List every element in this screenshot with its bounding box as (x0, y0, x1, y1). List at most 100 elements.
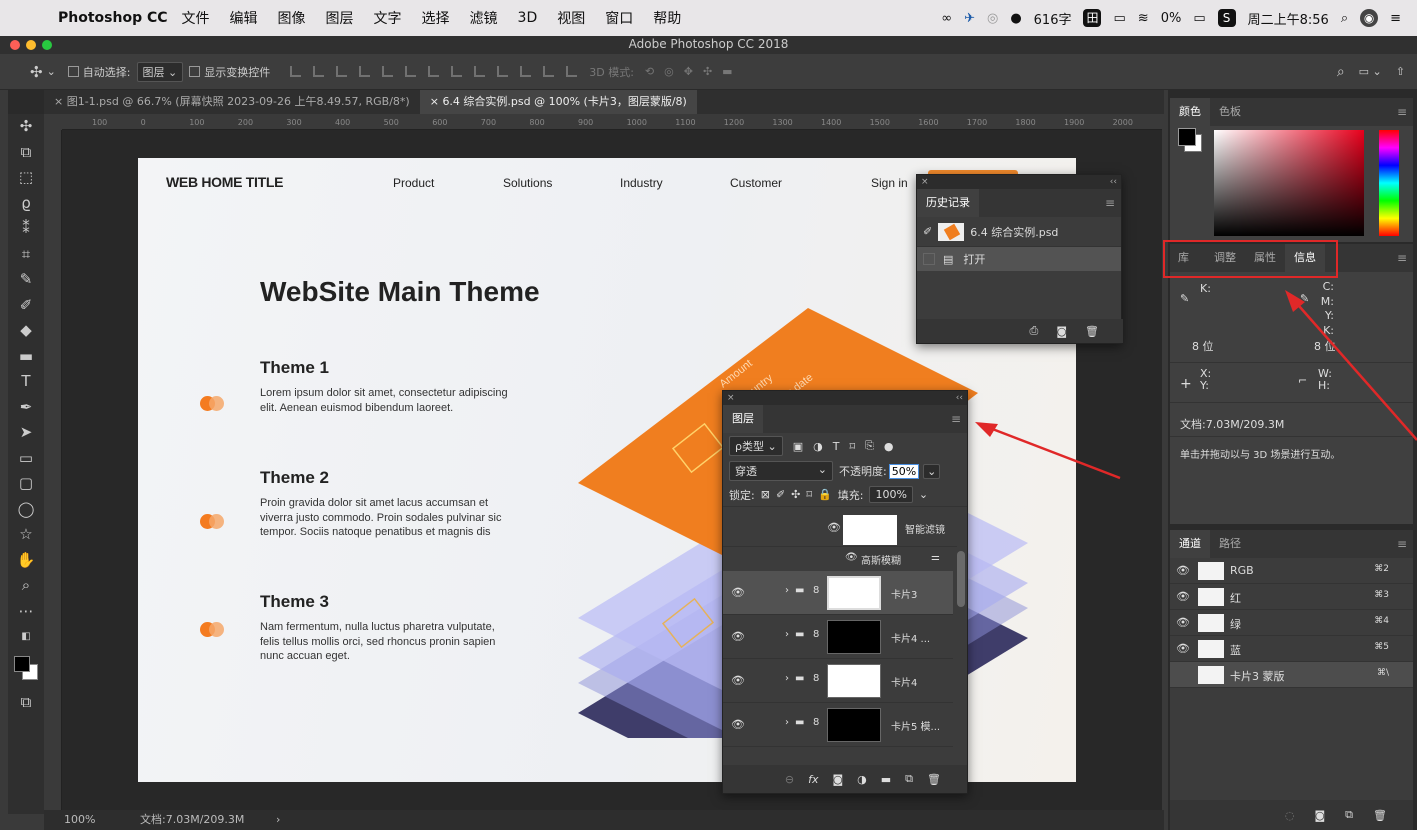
move-tool-icon[interactable]: ✣ (8, 114, 44, 140)
channels-menu-icon[interactable]: ≡ (1397, 537, 1407, 551)
tool-preset-dropdown[interactable]: ⌄ (47, 65, 56, 78)
delete-channel-icon[interactable]: 🗑 (1373, 809, 1387, 822)
layer-eye-icon[interactable]: 👁 (731, 674, 745, 687)
wechat-icon[interactable]: ● (1010, 11, 1021, 26)
hue-slider[interactable] (1379, 130, 1399, 236)
status-doc-size[interactable]: 文档:7.03M/209.3M (140, 810, 244, 830)
color-field[interactable] (1214, 130, 1364, 236)
path-select-tool-icon[interactable]: ➤ (8, 420, 44, 446)
magic-wand-tool-icon[interactable]: ⁑ (8, 216, 44, 242)
layers-list[interactable]: 👁 智能滤镜 👁 高斯模糊 ⚌ 👁 › ▬ 8 卡片3 👁 › ▬ 8 卡片4 … (723, 509, 957, 765)
menu-window[interactable]: 窗口 (605, 8, 633, 28)
align-bottom-icon[interactable] (336, 66, 348, 77)
eraser-tool-icon[interactable]: ◆ (8, 318, 44, 344)
foreground-color-swatch[interactable] (14, 655, 30, 672)
menu-select[interactable]: 选择 (422, 8, 450, 28)
layer-mask-thumb[interactable] (827, 620, 881, 654)
layer-mask-thumb[interactable] (827, 664, 881, 698)
color-menu-icon[interactable]: ≡ (1397, 105, 1407, 119)
gauss-blur-row[interactable]: 👁 高斯模糊 ⚌ (723, 547, 957, 571)
layer-eye-icon[interactable]: 👁 (731, 630, 745, 643)
brush-tool-icon[interactable]: ✐ (8, 293, 44, 319)
filter-options-icon[interactable]: ⚌ (931, 552, 940, 563)
distribute-bottom-icon[interactable] (474, 66, 486, 77)
app-menu[interactable]: Photoshop CC (58, 10, 168, 26)
tab-paths[interactable]: 路径 (1210, 530, 1250, 558)
blend-mode-dropdown[interactable]: 穿透 ⌄ (729, 461, 833, 481)
expand-arrow-icon[interactable]: › (785, 629, 789, 640)
layers-menu-icon[interactable]: ≡ (951, 412, 961, 426)
zoom-window-button[interactable] (42, 40, 52, 50)
layer-name[interactable]: 卡片5 模... (891, 718, 940, 733)
camera-3d-icon[interactable]: ▬ (722, 65, 732, 78)
ellipse-tool-icon[interactable]: ◯ (8, 497, 44, 523)
smart-filter-row[interactable]: 👁 智能滤镜 (723, 509, 957, 547)
app-s-icon[interactable]: S (1217, 9, 1236, 27)
layers-panel-close[interactable]: × ‹‹ (723, 391, 967, 405)
workspace-icon[interactable]: ▭ ⌄ (1359, 65, 1382, 78)
link-icon[interactable]: 8 (813, 585, 819, 596)
layer-name[interactable]: 卡片4 (891, 674, 917, 689)
auto-select-dropdown[interactable]: 图层 ⌄ (136, 61, 184, 82)
menu-file[interactable]: 文件 (182, 8, 210, 28)
tab-channels[interactable]: 通道 (1170, 530, 1210, 558)
align-vcenter-icon[interactable] (313, 66, 325, 77)
gauss-eye-icon[interactable]: 👁 (845, 552, 858, 563)
pan-3d-icon[interactable]: ✥ (684, 65, 693, 78)
doc-tab-1[interactable]: × 图1-1.psd @ 66.7% (屏幕快照 2023-09-26 上午8.… (44, 90, 420, 114)
expand-arrow-icon[interactable]: › (785, 717, 789, 728)
delete-state-icon[interactable]: 🗑 (1085, 325, 1099, 338)
layer-mask-thumb[interactable] (827, 708, 881, 742)
bird-icon[interactable]: ✈ (964, 11, 975, 26)
opacity-dropdown[interactable]: ⌄ (923, 463, 941, 479)
status-arrow-icon[interactable]: › (276, 810, 280, 830)
auto-select-checkbox[interactable] (67, 66, 79, 77)
clock[interactable]: 周二上午8:56 (1248, 9, 1329, 28)
lock-pixels-icon[interactable]: ✐ (776, 488, 785, 501)
eyedropper-tool-icon[interactable]: ✎ (8, 267, 44, 293)
menu-3d[interactable]: 3D (518, 10, 538, 26)
lock-position-icon[interactable]: ✣ (791, 488, 800, 501)
new-channel-icon[interactable]: ⧉ (1345, 808, 1353, 822)
zoom-tool-icon[interactable]: ⌕ (8, 573, 44, 599)
link-icon[interactable]: 8 (813, 717, 819, 728)
filter-adjustment-icon[interactable]: ◑ (813, 440, 823, 453)
align-right-icon[interactable] (405, 66, 417, 77)
menu-edit[interactable]: 编辑 (230, 8, 258, 28)
share-icon[interactable]: ⇧ (1396, 65, 1405, 78)
expand-arrow-icon[interactable]: › (785, 673, 789, 684)
new-group-icon[interactable]: ▬ (881, 773, 891, 786)
auto-align-icon[interactable] (566, 66, 578, 77)
save-selection-icon[interactable]: ◙ (1314, 809, 1325, 822)
link-layers-icon[interactable]: ⊖ (785, 773, 794, 786)
filter-smart-icon[interactable]: ⎘ (865, 439, 874, 453)
snapshot-camera-icon[interactable]: ◙ (1056, 325, 1067, 338)
type-tool-icon[interactable]: T (8, 369, 44, 395)
layer-row-card3[interactable]: 👁 › ▬ 8 卡片3 (723, 571, 953, 615)
menu-type[interactable]: 文字 (374, 8, 402, 28)
orbit-3d-icon[interactable]: ⟲ (645, 65, 654, 78)
info-menu-icon[interactable]: ≡ (1397, 251, 1407, 265)
channel-eye-icon[interactable]: 👁 (1176, 564, 1190, 577)
history-step-open[interactable]: ▤ 打开 (917, 247, 1121, 271)
rounded-rect-tool-icon[interactable]: ▢ (8, 471, 44, 497)
filter-shape-icon[interactable]: ⌑ (849, 440, 855, 453)
menu-view[interactable]: 视图 (557, 8, 585, 28)
screen-mode-icon[interactable]: ⧉ (8, 690, 44, 716)
lock-all-icon[interactable]: 🔒 (818, 488, 832, 501)
channel-eye-icon[interactable]: 👁 (1176, 642, 1190, 655)
radio-icon[interactable]: ◎ (987, 11, 998, 26)
tab-color[interactable]: 颜色 (1170, 98, 1210, 126)
align-top-icon[interactable] (290, 66, 302, 77)
channel-row[interactable]: 👁 蓝 ⌘5 (1170, 636, 1413, 662)
default-colors-icon[interactable]: ◧ (8, 624, 44, 650)
input-method-icon[interactable]: 田 (1083, 9, 1102, 27)
fg-color-swatch[interactable] (1178, 128, 1196, 146)
show-transform-checkbox[interactable] (189, 66, 201, 77)
layer-name[interactable]: 卡片4 ... (891, 630, 930, 645)
custom-shape-tool-icon[interactable]: ☆ (8, 522, 44, 548)
align-left-icon[interactable] (359, 66, 371, 77)
fx-icon[interactable]: fx (808, 773, 818, 786)
menu-help[interactable]: 帮助 (653, 8, 681, 28)
layer-mask-thumb[interactable] (827, 576, 881, 610)
